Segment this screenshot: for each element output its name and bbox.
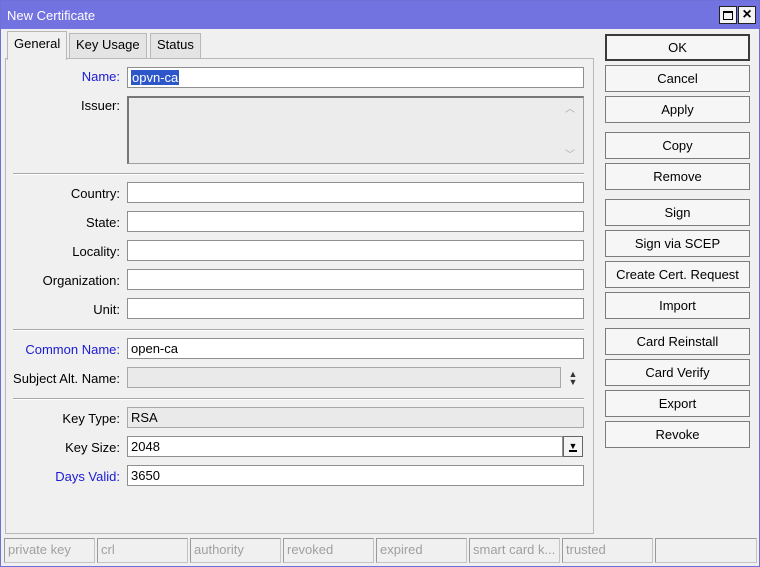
name-input[interactable]: opvn-ca <box>127 67 584 88</box>
subject-alt-name-stepper[interactable]: ▲ ▼ <box>565 368 581 388</box>
subject-alt-name-input[interactable] <box>127 367 561 388</box>
status-revoked: revoked <box>283 538 374 563</box>
unit-input[interactable] <box>127 298 584 319</box>
card-reinstall-button[interactable]: Card Reinstall <box>605 328 750 355</box>
unit-label: Unit: <box>93 302 120 317</box>
ok-button[interactable]: OK <box>605 34 750 61</box>
state-label: State: <box>86 215 120 230</box>
status-crl: crl <box>97 538 188 563</box>
card-verify-button[interactable]: Card Verify <box>605 359 750 386</box>
chevron-down-icon: ▼ <box>568 440 578 452</box>
common-name-label: Common Name: <box>25 342 120 357</box>
days-valid-input[interactable]: 3650 <box>127 465 584 486</box>
remove-button[interactable]: Remove <box>605 163 750 190</box>
status-trusted: trusted <box>562 538 653 563</box>
separator <box>13 173 584 175</box>
subject-alt-name-label: Subject Alt. Name: <box>13 371 120 386</box>
country-input[interactable] <box>127 182 584 203</box>
days-valid-label: Days Valid: <box>55 469 120 484</box>
scroll-down-icon[interactable]: ﹀ <box>565 146 575 161</box>
create-cert-request-button[interactable]: Create Cert. Request <box>605 261 750 288</box>
name-input-value: opvn-ca <box>131 70 180 85</box>
state-input[interactable] <box>127 211 584 232</box>
scroll-up-icon[interactable]: ︿ <box>565 100 575 115</box>
status-authority: authority <box>190 538 281 563</box>
issuer-label: Issuer: <box>80 98 120 113</box>
key-size-dropdown-button[interactable]: ▼ <box>563 436 583 457</box>
export-button[interactable]: Export <box>605 390 750 417</box>
tab-key-usage[interactable]: Key Usage <box>69 33 147 58</box>
maximize-icon <box>723 10 733 20</box>
maximize-button[interactable] <box>719 6 737 24</box>
close-button[interactable]: × <box>738 6 756 24</box>
new-certificate-window: New Certificate × General Key Usage Stat… <box>0 0 760 567</box>
key-type-label: Key Type: <box>62 411 120 426</box>
status-expired: expired <box>376 538 467 563</box>
locality-label: Locality: <box>72 244 120 259</box>
separator <box>13 329 584 331</box>
sign-button[interactable]: Sign <box>605 199 750 226</box>
status-empty <box>655 538 757 563</box>
window-title: New Certificate <box>7 8 96 23</box>
down-arrow-icon[interactable]: ▼ <box>569 378 578 387</box>
key-size-select[interactable]: 2048 <box>127 436 563 457</box>
issuer-textarea[interactable]: ︿ ﹀ <box>127 96 584 164</box>
common-name-input[interactable]: open-ca <box>127 338 584 359</box>
organization-input[interactable] <box>127 269 584 290</box>
tab-general[interactable]: General <box>7 31 68 60</box>
cancel-button[interactable]: Cancel <box>605 65 750 92</box>
revoke-button[interactable]: Revoke <box>605 421 750 448</box>
separator <box>13 398 584 400</box>
key-type-field: RSA <box>127 407 584 428</box>
copy-button[interactable]: Copy <box>605 132 750 159</box>
sign-via-scep-button[interactable]: Sign via SCEP <box>605 230 750 257</box>
status-private-key: private key <box>4 538 95 563</box>
key-size-label: Key Size: <box>65 440 120 455</box>
organization-label: Organization: <box>42 273 120 288</box>
apply-button[interactable]: Apply <box>605 96 750 123</box>
name-label: Name: <box>81 69 120 84</box>
country-label: Country: <box>70 186 120 201</box>
import-button[interactable]: Import <box>605 292 750 319</box>
locality-input[interactable] <box>127 240 584 261</box>
close-icon: × <box>742 6 752 23</box>
status-smart-card: smart card k... <box>469 538 560 563</box>
status-bar: private key crl authority revoked expire… <box>4 538 758 564</box>
title-bar[interactable]: New Certificate × <box>1 1 759 29</box>
tab-status[interactable]: Status <box>150 33 201 58</box>
